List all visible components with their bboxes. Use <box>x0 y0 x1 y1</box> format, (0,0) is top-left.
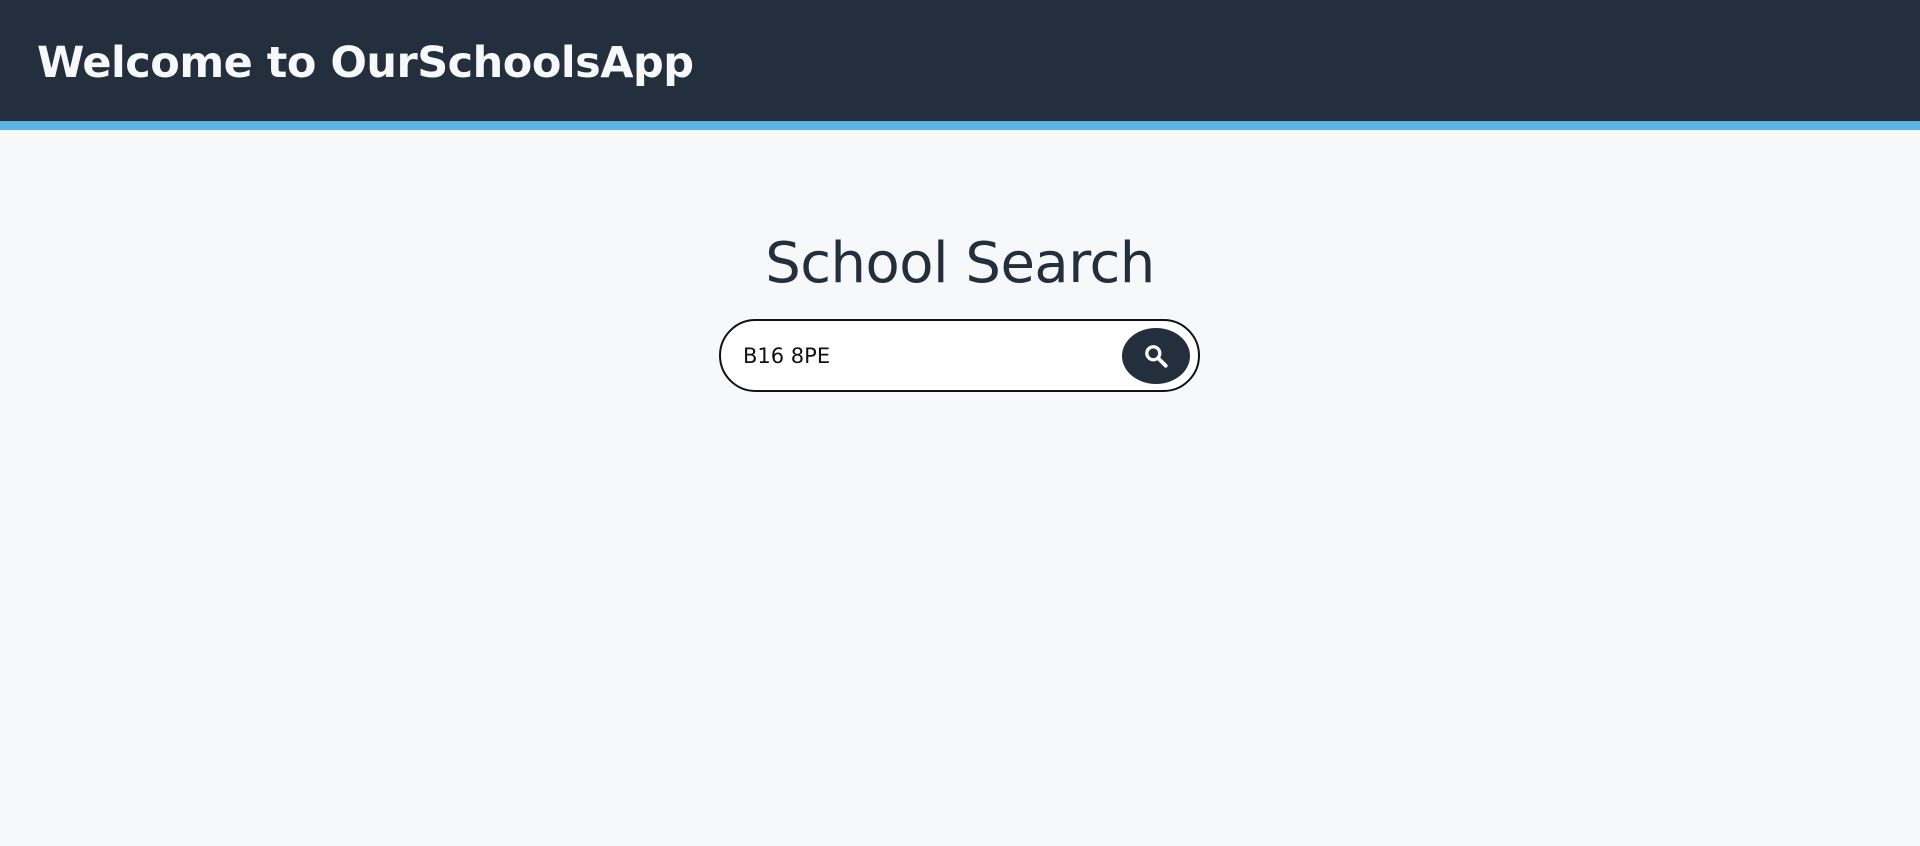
search-form <box>719 319 1200 392</box>
page-title: School Search <box>765 231 1155 296</box>
app-title: Welcome to OurSchoolsApp <box>37 38 694 88</box>
school-search-section: School Search <box>0 139 1920 846</box>
app-header: Welcome to OurSchoolsApp <box>0 0 1920 130</box>
search-input[interactable] <box>743 338 1103 374</box>
search-button[interactable] <box>1122 328 1190 384</box>
search-icon <box>1145 345 1168 368</box>
